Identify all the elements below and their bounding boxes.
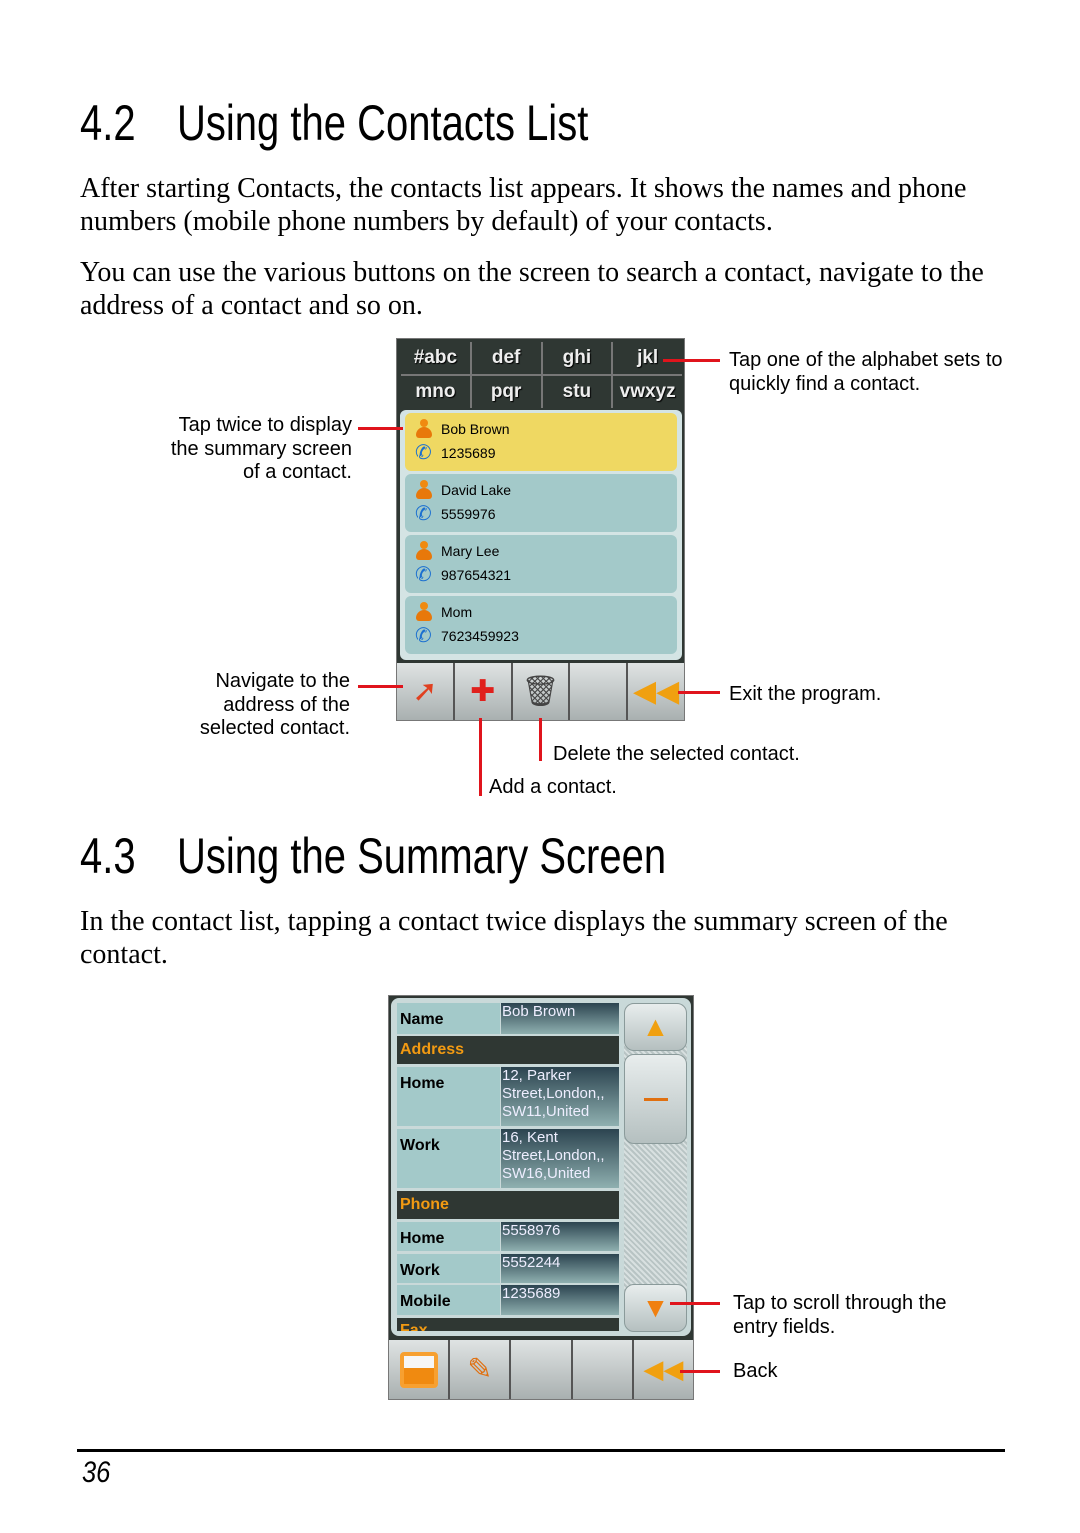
arrow-up-icon: ▲ (641, 1011, 670, 1042)
scrollbar-track[interactable] (624, 1003, 687, 1331)
annotation-alphabet: Tap one of the alphabet sets to quickly … (729, 349, 1003, 395)
navigate-icon: ➚ (412, 675, 438, 708)
field-label: Name (397, 1003, 500, 1034)
section-title: Using the Contacts List (177, 95, 589, 151)
person-icon (415, 419, 433, 439)
exit-button[interactable]: ◀◀ (628, 663, 684, 720)
arrow-down-icon: ▼ (641, 1292, 670, 1323)
field-value[interactable]: 12, Parker Street,London,, SW11,United (501, 1067, 619, 1126)
contact-phone: 1235689 (441, 445, 496, 461)
person-icon (415, 480, 433, 500)
phone-icon: ✆ (415, 503, 432, 525)
alpha-button[interactable]: #abc (401, 342, 470, 374)
annotation-add: Add a contact. (489, 776, 617, 798)
callout-line (680, 1370, 720, 1373)
callout-line (678, 691, 720, 694)
contact-item[interactable]: David Lake ✆ 5559976 (405, 474, 677, 532)
field-value[interactable]: 5552244 (501, 1254, 619, 1283)
callout-line (358, 685, 403, 688)
contact-name: Mary Lee (441, 543, 500, 559)
contact-name: Bob Brown (441, 421, 510, 437)
annotation-tap-twice: Tap twice to display the summary screen … (170, 414, 352, 483)
phone-icon: ✆ (415, 564, 432, 586)
edit-icon: ✎ (467, 1353, 493, 1386)
person-icon (415, 541, 433, 561)
alpha-button[interactable]: def (471, 342, 541, 374)
contact-name: David Lake (441, 482, 512, 498)
annotation-navigate: Navigate to the address of the selected … (199, 670, 350, 739)
add-contact-button[interactable]: ✚ (454, 663, 511, 720)
footer-rule (77, 1449, 1005, 1452)
alpha-button[interactable]: mno (401, 376, 470, 408)
back-icon: ◀◀ (643, 1354, 684, 1384)
save-icon (399, 1351, 438, 1388)
section-number: 4.2 (80, 95, 136, 151)
contacts-list-screenshot: #abc def ghi jkl mno pqr stu vwxyz Bob B… (396, 338, 685, 721)
alphabet-grid: #abc def ghi jkl mno pqr stu vwxyz (401, 342, 682, 408)
callout-line (539, 718, 542, 761)
contact-list: Bob Brown ✆ 1235689 David Lake ✆ 5559976 Mar… (400, 410, 682, 660)
section-header: Phone (397, 1191, 619, 1219)
section-header: Address (397, 1036, 619, 1064)
field-label: Home (397, 1067, 500, 1126)
callout-line (670, 1302, 720, 1305)
contact-item[interactable]: Mom ✆ 7623459923 (405, 596, 677, 654)
empty-button (572, 1340, 632, 1399)
alpha-button[interactable]: ghi (542, 342, 612, 374)
callout-line (358, 427, 403, 430)
page-number: 36 (82, 1456, 111, 1489)
empty-button (511, 1340, 571, 1399)
section-title: Using the Summary Screen (177, 828, 667, 884)
field-label: Home (397, 1222, 500, 1251)
scroll-down-button[interactable]: ▼ (624, 1284, 687, 1332)
field-value[interactable]: 16, Kent Street,London,, SW16,United (501, 1129, 619, 1188)
alpha-button[interactable]: pqr (471, 376, 541, 408)
annotation-scroll: Tap to scroll through the entry fields. (733, 1292, 947, 1338)
edit-button[interactable]: ✎ (450, 1340, 510, 1399)
alpha-button[interactable]: stu (542, 376, 612, 408)
section-number: 4.3 (80, 828, 136, 884)
callout-line (663, 359, 720, 362)
annotation-exit: Exit the program. (729, 683, 882, 705)
contact-phone: 987654321 (441, 567, 512, 583)
alpha-button[interactable]: vwxyz (613, 376, 682, 408)
contact-item[interactable]: Bob Brown ✆ 1235689 (405, 413, 677, 471)
paragraph: After starting Contacts, the contacts li… (80, 173, 967, 237)
phone-icon: ✆ (415, 625, 432, 647)
section-header: Fax (397, 1318, 619, 1331)
scrollbar-thumb[interactable] (624, 1054, 687, 1144)
navigate-button[interactable]: ➚ (397, 663, 453, 720)
summary-panel: Name Bob Brown Address Home 12, Parker Str… (391, 998, 691, 1336)
save-button[interactable] (389, 1340, 449, 1399)
alpha-button[interactable]: jkl (613, 342, 682, 374)
toolbar: ➚ ✚ 🗑 ◀◀ (397, 663, 684, 720)
scroll-up-button[interactable]: ▲ (624, 1003, 687, 1051)
field-label: Work (397, 1254, 500, 1283)
phone-icon: ✆ (415, 442, 432, 464)
field-value[interactable]: Bob Brown (501, 1003, 619, 1034)
field-value[interactable]: 1235689 (501, 1285, 619, 1315)
exit-icon: ◀◀ (633, 675, 680, 708)
toolbar: ✎ ◀◀ (389, 1340, 694, 1399)
summary-screenshot: Name Bob Brown Address Home 12, Parker Str… (388, 995, 694, 1400)
empty-button (570, 663, 627, 720)
field-label: Mobile (397, 1285, 500, 1315)
contact-phone: 5559976 (441, 506, 496, 522)
field-value[interactable]: 5558976 (501, 1222, 619, 1251)
annotation-delete: Delete the selected contact. (553, 743, 800, 765)
contact-item[interactable]: Mary Lee ✆ 987654321 (405, 535, 677, 593)
contact-phone: 7623459923 (441, 628, 519, 644)
person-icon (415, 602, 433, 622)
annotation-back: Back (733, 1360, 778, 1382)
paragraph: You can use the various buttons on the s… (80, 257, 984, 321)
contact-name: Mom (441, 604, 473, 620)
callout-line (479, 718, 482, 796)
paragraph: In the contact list, tapping a contact t… (80, 906, 948, 970)
field-label: Work (397, 1129, 500, 1188)
delete-icon: 🗑 (521, 675, 560, 708)
add-contact-icon: ✚ (470, 675, 496, 708)
grip-icon (643, 1097, 668, 1101)
delete-button[interactable]: 🗑 (512, 663, 569, 720)
